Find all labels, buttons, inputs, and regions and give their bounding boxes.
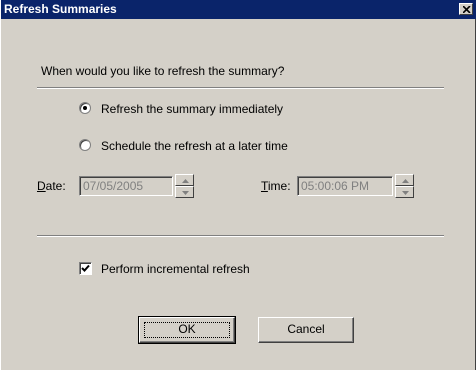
arrow-up-icon	[182, 179, 189, 183]
separator-top	[37, 87, 444, 89]
time-spinner[interactable]	[395, 174, 414, 198]
incremental-refresh-checkbox[interactable]	[79, 262, 92, 275]
date-label: Date:	[37, 178, 66, 194]
radio-label-immediately: Refresh the summary immediately	[101, 102, 284, 116]
cancel-button[interactable]: Cancel	[258, 317, 354, 343]
date-label-accel: D	[37, 179, 46, 193]
time-label: Time:	[261, 178, 291, 194]
time-label-accel: T	[261, 179, 268, 193]
cancel-button-label: Cancel	[287, 322, 325, 336]
prompt-text: When would you like to refresh the summa…	[41, 64, 285, 78]
window-title: Refresh Summaries	[4, 2, 117, 16]
ok-button[interactable]: OK	[138, 316, 236, 344]
time-spin-down-button[interactable]	[395, 186, 414, 198]
date-spin-down-button[interactable]	[175, 186, 194, 198]
arrow-down-icon	[182, 191, 189, 195]
time-spin-up-button[interactable]	[395, 174, 414, 186]
arrow-down-icon	[402, 191, 409, 195]
radio-dot-icon	[83, 106, 87, 110]
date-spinner[interactable]	[175, 174, 194, 198]
date-spin-up-button[interactable]	[175, 174, 194, 186]
ok-button-label: OK	[178, 322, 196, 336]
incremental-refresh-label: Perform incremental refresh	[101, 262, 250, 276]
date-label-text: ate:	[45, 179, 66, 193]
title-bar[interactable]: Refresh Summaries	[1, 0, 476, 19]
arrow-up-icon	[402, 179, 409, 183]
close-button[interactable]	[459, 3, 473, 15]
radio-button-selected[interactable]	[79, 102, 91, 114]
radio-label-schedule: Schedule the refresh at a later time	[101, 139, 288, 153]
date-field[interactable]: 07/05/2005	[79, 176, 173, 196]
checkmark-icon	[81, 264, 90, 272]
time-label-text: ime:	[267, 179, 291, 193]
refresh-summaries-dialog: Refresh Summaries When would you like to…	[0, 0, 476, 370]
time-field[interactable]: 05:00:06 PM	[297, 176, 393, 196]
close-icon	[463, 6, 471, 13]
radio-button-unselected[interactable]	[79, 139, 91, 151]
separator-bottom	[37, 235, 444, 237]
